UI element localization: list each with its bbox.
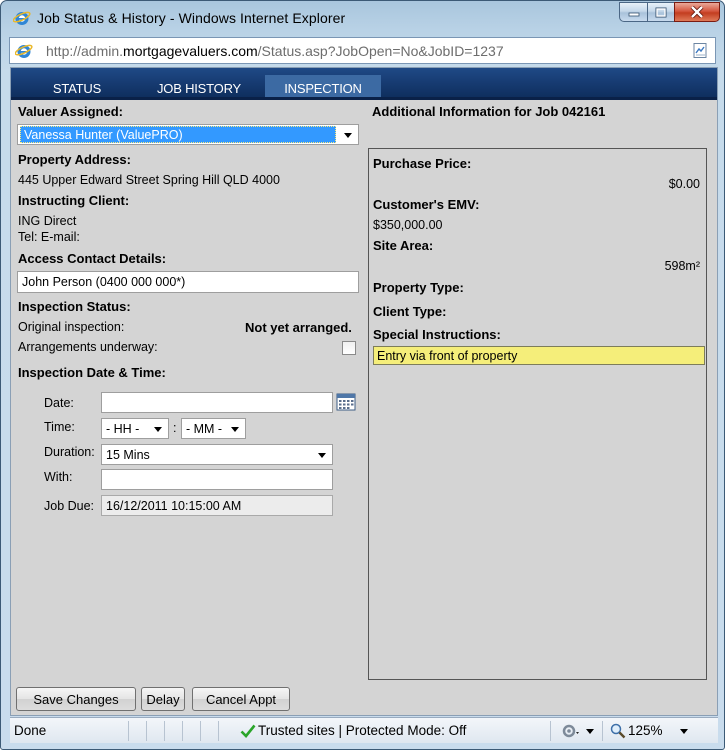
maximize-icon: [655, 7, 667, 17]
inspection-datetime-label: Inspection Date & Time:: [18, 365, 166, 380]
client-name: ING Direct: [18, 214, 77, 228]
duration-value: 15 Mins: [106, 448, 150, 462]
status-separator: [550, 721, 551, 741]
property-address-value: 445 Upper Edward Street Spring Hill QLD …: [18, 173, 280, 187]
status-bar: Done Trusted sites | Protected Mode: Off…: [10, 717, 718, 743]
url-prefix: http://admin.: [46, 43, 124, 59]
window-controls: [619, 2, 720, 22]
internet-explorer-icon: [13, 11, 31, 25]
valuer-select[interactable]: Vanessa Hunter (ValuePRO): [17, 124, 359, 145]
purchase-price-label: Purchase Price:: [373, 156, 472, 171]
site-area-label: Site Area:: [373, 238, 434, 253]
status-separator: [146, 721, 147, 741]
address-url[interactable]: http://admin.mortgagevaluers.com/Status.…: [46, 43, 504, 59]
inspection-status-label: Inspection Status:: [18, 299, 131, 314]
close-icon: [690, 6, 704, 18]
special-instructions-box: Entry via front of property: [373, 346, 705, 365]
instructing-client-label: Instructing Client:: [18, 193, 130, 208]
status-done: Done: [14, 723, 47, 738]
title-bar[interactable]: Job Status & History - Windows Internet …: [1, 1, 724, 35]
job-due-value: 16/12/2011 10:15:00 AM: [106, 499, 242, 513]
customer-emv-value: $350,000.00: [373, 218, 443, 232]
client-type-label: Client Type:: [373, 304, 447, 319]
delay-button[interactable]: Delay: [141, 687, 185, 711]
hour-select[interactable]: - HH -: [101, 418, 169, 439]
job-due-field: 16/12/2011 10:15:00 AM: [101, 495, 333, 516]
chevron-down-icon: [344, 133, 352, 138]
original-inspection-label: Original inspection:: [18, 320, 125, 334]
calendar-icon[interactable]: [336, 393, 356, 411]
minute-select[interactable]: - MM -: [181, 418, 246, 439]
url-domain: mortgagevaluers.com: [123, 43, 258, 59]
internet-explorer-icon: [15, 44, 33, 58]
url-path: /Status.asp?JobOpen=No&JobID=1237: [257, 43, 504, 59]
duration-select[interactable]: 15 Mins: [101, 444, 333, 465]
access-contact-label: Access Contact Details:: [18, 251, 167, 266]
cancel-appt-button[interactable]: Cancel Appt: [192, 687, 290, 711]
customer-emv-label: Customer's EMV:: [373, 197, 480, 212]
chevron-down-icon: [318, 453, 326, 458]
status-separator: [200, 721, 201, 741]
date-field[interactable]: [101, 392, 333, 413]
save-changes-button[interactable]: Save Changes: [16, 687, 136, 711]
additional-info-panel: Purchase Price: $0.00 Customer's EMV: $3…: [368, 148, 707, 680]
status-separator: [182, 721, 183, 741]
job-due-label: Job Due:: [44, 499, 95, 513]
gear-icon[interactable]: [560, 723, 582, 739]
purchase-price-value: $0.00: [668, 177, 700, 191]
minimize-button[interactable]: [619, 2, 647, 22]
time-label: Time:: [44, 420, 75, 434]
arrangements-label: Arrangements underway:: [18, 340, 158, 354]
additional-info-heading: Additional Information for Job 042161: [372, 104, 606, 119]
status-separator: [164, 721, 165, 741]
tab-status[interactable]: STATUS: [29, 77, 125, 100]
with-label: With:: [44, 470, 73, 484]
chevron-down-icon[interactable]: [680, 729, 688, 734]
hour-value: - HH -: [106, 422, 140, 436]
special-instructions-value: Entry via front of property: [377, 349, 518, 363]
access-contact-field[interactable]: John Person (0400 000 000*): [17, 271, 359, 293]
status-separator: [602, 721, 603, 741]
property-type-label: Property Type:: [373, 280, 464, 295]
window-title: Job Status & History - Windows Internet …: [37, 10, 346, 26]
chevron-down-icon: [154, 427, 162, 432]
duration-label: Duration:: [44, 445, 95, 459]
address-bar[interactable]: http://admin.mortgagevaluers.com/Status.…: [9, 37, 716, 64]
browser-window: Job Status & History - Windows Internet …: [0, 0, 725, 750]
chevron-down-icon[interactable]: [586, 729, 594, 734]
valuer-selected-value: Vanessa Hunter (ValuePRO): [20, 126, 336, 143]
status-separator: [128, 721, 129, 741]
client-contact: Tel: E-mail:: [18, 230, 80, 244]
arrangements-checkbox[interactable]: [342, 341, 356, 355]
maximize-button[interactable]: [647, 2, 674, 22]
access-contact-value: John Person (0400 000 000*): [22, 275, 186, 289]
minimize-icon: [628, 12, 639, 17]
page-content: STATUS JOB HISTORY INSPECTION Valuer Ass…: [10, 67, 718, 716]
property-address-label: Property Address:: [18, 152, 131, 167]
chevron-down-icon: [231, 427, 239, 432]
tab-bar: STATUS JOB HISTORY INSPECTION: [11, 68, 717, 100]
magnifier-icon: [610, 723, 626, 739]
close-button[interactable]: [674, 2, 720, 22]
zoom-level[interactable]: 125%: [628, 723, 663, 738]
compatibility-view-icon[interactable]: [692, 42, 709, 59]
time-colon: :: [173, 421, 177, 435]
special-instructions-label: Special Instructions:: [373, 327, 501, 342]
status-separator: [218, 721, 219, 741]
date-label: Date:: [44, 396, 74, 410]
security-zone-text[interactable]: Trusted sites | Protected Mode: Off: [258, 723, 466, 738]
tab-job-history[interactable]: JOB HISTORY: [151, 77, 247, 100]
site-area-value: 598m²: [664, 259, 700, 273]
original-inspection-value: Not yet arranged.: [245, 320, 352, 335]
valuer-label: Valuer Assigned:: [18, 104, 123, 119]
with-field[interactable]: [101, 469, 333, 490]
checkmark-icon: [240, 724, 256, 738]
tab-inspection[interactable]: INSPECTION: [265, 75, 381, 100]
minute-value: - MM -: [186, 422, 223, 436]
